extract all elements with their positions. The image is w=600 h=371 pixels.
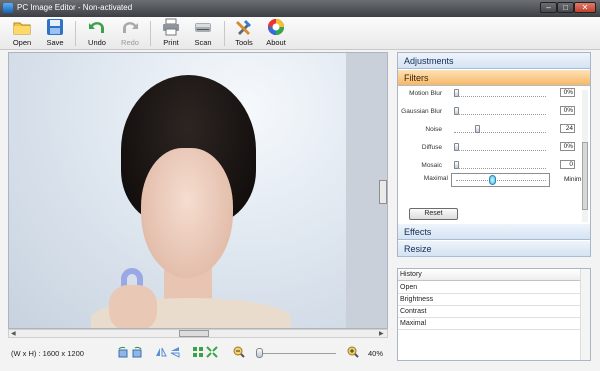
filter-slider-track[interactable] bbox=[454, 114, 546, 115]
print-button[interactable]: Print bbox=[157, 18, 185, 49]
app-icon bbox=[3, 3, 13, 13]
redo-arrow-icon bbox=[123, 22, 138, 33]
folder-icon bbox=[13, 22, 31, 35]
history-item[interactable]: Contrast bbox=[398, 306, 580, 318]
zoom-slider-thumb[interactable] bbox=[256, 348, 263, 358]
floppy-disk-icon bbox=[47, 19, 63, 35]
image-dimensions: (W x H) : 1600 x 1200 bbox=[11, 349, 84, 358]
effects-header[interactable]: Effects bbox=[398, 224, 590, 240]
filter-label: Gaussian Blur bbox=[401, 108, 442, 115]
color-wheel-icon bbox=[268, 19, 284, 35]
maximal-label: Maximal bbox=[423, 175, 448, 182]
filter-value-field[interactable]: 0% bbox=[560, 106, 575, 115]
scanner-icon bbox=[195, 23, 211, 32]
save-button[interactable]: Save bbox=[41, 18, 69, 49]
filter-row: Diffuse 0% bbox=[398, 140, 578, 156]
filter-value-field[interactable]: 0% bbox=[560, 142, 575, 151]
history-item[interactable]: Brightness bbox=[398, 294, 580, 306]
toolbar-separator bbox=[75, 21, 76, 46]
photo-hand bbox=[109, 285, 157, 328]
adjustment-panel: Adjustments Filters Motion Blur 0% Gaussia… bbox=[397, 52, 591, 257]
filter-slider-track[interactable] bbox=[454, 96, 546, 97]
zoom-slider-track[interactable] bbox=[256, 353, 336, 354]
flip-horizontal-icon[interactable] bbox=[155, 346, 167, 358]
photo-face bbox=[141, 148, 233, 278]
actual-size-icon[interactable] bbox=[206, 346, 218, 358]
maximal-slider[interactable] bbox=[451, 173, 550, 187]
minimal-label: Minim bbox=[564, 176, 582, 183]
history-item[interactable]: Maximal bbox=[398, 318, 580, 330]
history-item[interactable]: Open bbox=[398, 282, 580, 294]
reset-button[interactable]: Reset bbox=[409, 208, 458, 220]
horizontal-scrollbar[interactable]: ◀ ▶ bbox=[8, 329, 388, 338]
maximal-track bbox=[456, 180, 546, 181]
filter-label: Motion Blur bbox=[409, 90, 442, 97]
filter-slider-thumb[interactable] bbox=[454, 143, 459, 151]
history-scrollbar[interactable] bbox=[580, 269, 590, 360]
fit-window-icon[interactable] bbox=[192, 346, 204, 358]
scan-button[interactable]: Scan bbox=[189, 18, 217, 49]
printer-icon bbox=[163, 18, 179, 36]
filters-scroll-thumb[interactable] bbox=[582, 142, 588, 210]
undo-button[interactable]: Undo bbox=[83, 18, 111, 49]
filter-value-field[interactable]: 24 bbox=[560, 124, 575, 133]
image-canvas[interactable] bbox=[8, 52, 388, 329]
filter-slider-thumb[interactable] bbox=[454, 161, 459, 169]
history-header: History bbox=[398, 269, 580, 281]
zoom-percentage: 40% bbox=[368, 349, 384, 358]
history-panel: History Open Brightness Contrast Maximal bbox=[397, 268, 591, 361]
adjustments-header[interactable]: Adjustments bbox=[398, 53, 590, 69]
filter-value-field[interactable]: 0% bbox=[560, 88, 575, 97]
filters-section: Motion Blur 0% Gaussian Blur 0% Noise 24 Diffu… bbox=[398, 88, 590, 224]
toolbar-separator bbox=[150, 21, 151, 46]
tools-button[interactable]: Tools bbox=[230, 18, 258, 49]
tools-icon bbox=[236, 20, 251, 35]
resize-header[interactable]: Resize bbox=[398, 241, 590, 257]
undo-arrow-icon bbox=[89, 22, 104, 33]
toolbar: Open Save Undo Redo Print Scan Tools Abo… bbox=[0, 17, 600, 50]
redo-button[interactable]: Redo bbox=[116, 18, 144, 49]
filter-slider-track[interactable] bbox=[454, 132, 546, 133]
filter-slider-track[interactable] bbox=[454, 150, 546, 151]
filter-slider-thumb[interactable] bbox=[454, 107, 459, 115]
filter-value-field[interactable]: 0 bbox=[560, 160, 575, 169]
title-bar: PC Image Editor - Non-activated – □ ✕ bbox=[0, 0, 600, 17]
horizontal-scroll-thumb[interactable] bbox=[179, 330, 209, 337]
zoom-in-icon[interactable] bbox=[347, 346, 359, 358]
filter-label: Diffuse bbox=[421, 144, 442, 151]
filter-row: Motion Blur 0% bbox=[398, 88, 578, 102]
maximal-thumb[interactable] bbox=[488, 175, 496, 185]
minimize-button[interactable]: – bbox=[540, 2, 557, 13]
about-button[interactable]: About bbox=[262, 18, 290, 49]
filter-row: Gaussian Blur 0% bbox=[398, 104, 578, 120]
rotate-left-icon[interactable] bbox=[117, 346, 129, 358]
toolbar-separator bbox=[224, 21, 225, 46]
flip-vertical-icon[interactable] bbox=[169, 346, 181, 358]
zoom-out-icon[interactable] bbox=[233, 346, 245, 358]
scroll-right-icon[interactable]: ▶ bbox=[379, 330, 384, 337]
filter-label: Mosaic bbox=[421, 162, 442, 169]
filter-slider-thumb[interactable] bbox=[475, 125, 481, 133]
scroll-left-icon[interactable]: ◀ bbox=[11, 330, 16, 337]
app-window: PC Image Editor - Non-activated – □ ✕ Op… bbox=[0, 0, 600, 371]
open-button[interactable]: Open bbox=[8, 18, 36, 49]
filter-slider-thumb[interactable] bbox=[454, 89, 459, 97]
filter-row: Mosaic 0 bbox=[398, 158, 578, 174]
filters-header[interactable]: Filters bbox=[398, 70, 590, 86]
window-title: PC Image Editor - Non-activated bbox=[17, 3, 133, 12]
filter-row: Noise 24 bbox=[398, 122, 578, 138]
maximize-button[interactable]: □ bbox=[557, 2, 574, 13]
filter-label: Noise bbox=[425, 126, 442, 133]
panel-splitter-handle[interactable] bbox=[379, 180, 387, 204]
rotate-right-icon[interactable] bbox=[131, 346, 143, 358]
filter-slider-track[interactable] bbox=[454, 168, 546, 169]
close-button[interactable]: ✕ bbox=[574, 2, 596, 13]
filters-scrollbar[interactable] bbox=[582, 90, 588, 222]
portrait-image bbox=[9, 53, 346, 328]
